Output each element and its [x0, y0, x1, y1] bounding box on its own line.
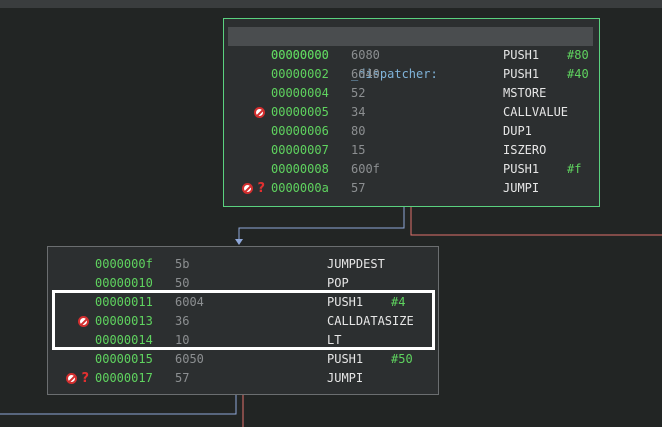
instruction-mnemonic: CALLVALUE	[503, 105, 569, 119]
edge-fallthrough	[238, 207, 405, 240]
instruction-mnemonic: PUSH1	[503, 48, 540, 62]
instruction-operand: #80	[567, 48, 589, 62]
instruction-mnemonic: DUP1	[503, 124, 532, 138]
edge-arrowhead	[235, 239, 243, 245]
instruction-mnemonic: JUMPI	[327, 371, 364, 385]
edge-b-fallthrough	[0, 395, 237, 415]
instruction-address: 00000006	[271, 124, 329, 138]
stop-icon[interactable]	[254, 107, 265, 118]
instruction-address: 00000007	[271, 143, 329, 157]
instruction-bytes: 57	[351, 181, 366, 195]
instruction-row[interactable]: 00000005 34 CALLVALUE	[224, 103, 599, 122]
instruction-row[interactable]: 0000000f 5b JUMPDEST	[48, 255, 438, 274]
instruction-row[interactable]: 00000008 600f PUSH1 #f	[224, 160, 599, 179]
instruction-row[interactable]: ? 0000000a 57 JUMPI	[224, 179, 599, 198]
instruction-row[interactable]: 00000002 6040 PUSH1 #40	[224, 65, 599, 84]
instruction-address: 00000005	[271, 105, 329, 119]
basic-block-dispatcher[interactable]: 00000000 _dispatcher: 00000000 6080 PUSH1 #…	[223, 18, 600, 207]
instruction-mnemonic: ISZERO	[503, 143, 547, 157]
stop-icon[interactable]	[66, 373, 78, 384]
instruction-row[interactable]: ? 00000017 57 JUMPI	[48, 369, 438, 388]
instruction-bytes: 34	[351, 105, 366, 119]
instruction-bytes: 6080	[351, 48, 380, 62]
instruction-bytes: 6050	[175, 352, 204, 366]
instruction-address: 00000004	[271, 86, 329, 100]
row-markers: ?	[242, 179, 265, 198]
instruction-mnemonic: PUSH1	[327, 352, 364, 366]
instruction-bytes: 15	[351, 143, 366, 157]
question-icon[interactable]: ?	[81, 369, 89, 388]
selection-highlight	[52, 290, 435, 350]
instruction-row[interactable]: 00000004 52 MSTORE	[224, 84, 599, 103]
instruction-mnemonic: JUMPDEST	[327, 257, 385, 271]
instruction-bytes: 600f	[351, 162, 380, 176]
instruction-operand: #f	[567, 162, 582, 176]
block-label-row[interactable]: 00000000 _dispatcher:	[228, 27, 593, 81]
instruction-bytes: 80	[351, 124, 366, 138]
instruction-bytes: 52	[351, 86, 366, 100]
instruction-row[interactable]: 00000007 15 ISZERO	[224, 141, 599, 160]
instruction-bytes: 6040	[351, 67, 380, 81]
instruction-address: 0000000f	[95, 257, 153, 271]
instruction-row[interactable]: 00000006 80 DUP1	[224, 122, 599, 141]
instruction-address: 00000000	[271, 48, 329, 62]
edge-jump-taken	[410, 207, 662, 236]
instruction-mnemonic: MSTORE	[503, 86, 547, 100]
instruction-mnemonic: PUSH1	[503, 162, 540, 176]
stop-icon[interactable]	[242, 183, 254, 194]
question-icon[interactable]: ?	[257, 179, 265, 198]
instruction-mnemonic: PUSH1	[503, 67, 540, 81]
instruction-row[interactable]: 00000015 6050 PUSH1 #50	[48, 350, 438, 369]
instruction-operand: #40	[567, 67, 589, 81]
instruction-bytes: 5b	[175, 257, 190, 271]
instruction-address: 0000000a	[271, 181, 329, 195]
instruction-address: 00000015	[95, 352, 153, 366]
row-markers: ?	[66, 369, 89, 388]
instruction-operand: #50	[391, 352, 413, 366]
instruction-address: 00000017	[95, 371, 153, 385]
instruction-mnemonic: JUMPI	[503, 181, 540, 195]
row-markers	[254, 103, 265, 122]
instruction-address: 00000008	[271, 162, 329, 176]
instruction-row[interactable]: 00000000 6080 PUSH1 #80	[224, 46, 599, 65]
instruction-bytes: 57	[175, 371, 190, 385]
instruction-address: 00000002	[271, 67, 329, 81]
